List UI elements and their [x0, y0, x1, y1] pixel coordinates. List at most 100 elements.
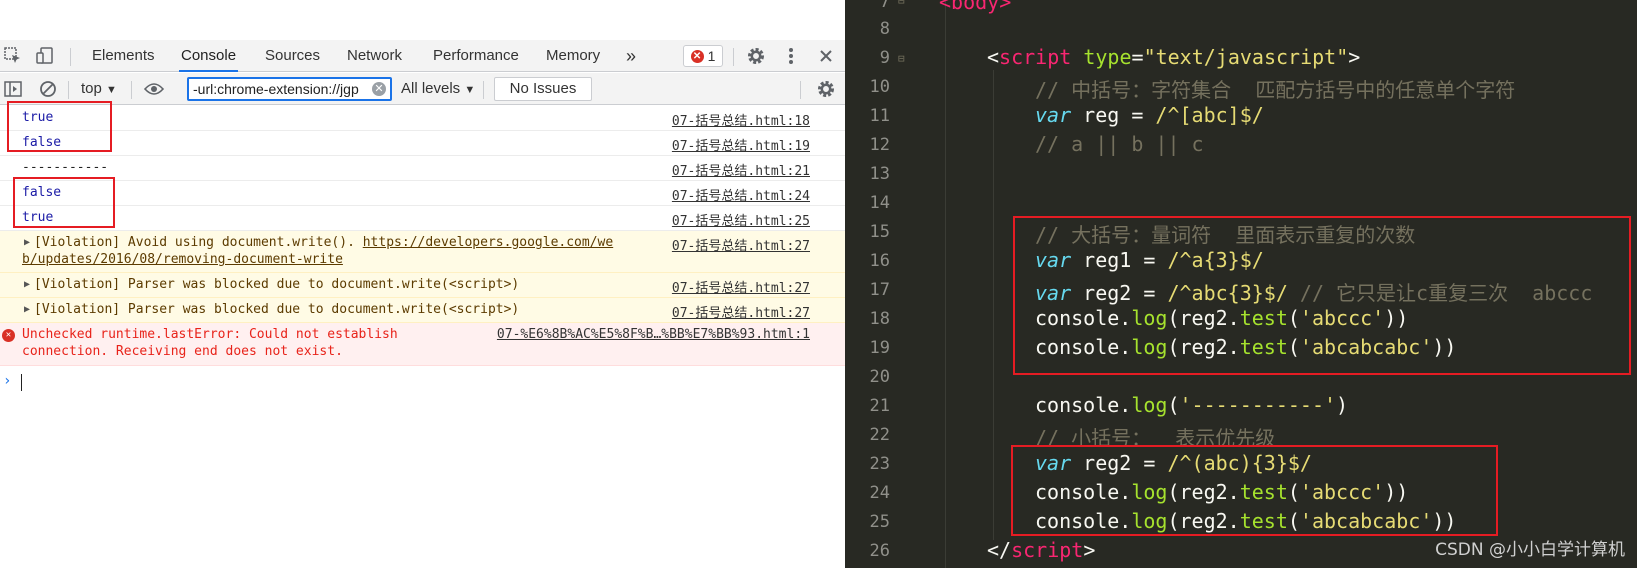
line-number: 12	[869, 135, 890, 155]
source-link[interactable]: 07-括号总结.html:27	[672, 277, 810, 296]
highlight-box	[7, 101, 112, 152]
line-number: 19	[869, 338, 890, 358]
highlight-box	[1013, 216, 1631, 375]
warning-link[interactable]: b/updates/2016/08/removing-document-writ…	[22, 252, 343, 267]
indent-guide	[993, 70, 994, 540]
source-link[interactable]: 07-括号总结.html:27	[672, 302, 810, 321]
error-message: Unchecked runtime.lastError: Could not e…	[22, 327, 398, 342]
device-toolbar-icon[interactable]	[34, 46, 56, 66]
clear-console-icon[interactable]	[37, 79, 59, 99]
tab-console[interactable]: Console	[179, 40, 239, 72]
indent-guide	[945, 0, 946, 568]
toolbar-divider	[70, 48, 71, 66]
line-number: 26	[869, 541, 890, 561]
source-link[interactable]: 07-括号总结.html:18	[672, 110, 810, 129]
tab-elements[interactable]: Elements	[90, 40, 157, 72]
line-number: 15	[869, 222, 890, 242]
expand-triangle-icon[interactable]: ▶	[24, 279, 30, 290]
fold-marker-icon[interactable]: ⊟	[898, 0, 905, 7]
console-log-row: false 07-括号总结.html:19	[0, 131, 845, 156]
line-number: 9	[879, 48, 890, 68]
expand-triangle-icon[interactable]: ▶	[24, 237, 30, 248]
text-caret	[21, 374, 22, 391]
code-line-7: <body>	[939, 0, 1012, 14]
log-levels-value: All levels	[401, 80, 461, 97]
inspect-element-icon[interactable]	[2, 46, 24, 66]
console-error-row: ✕ Unchecked runtime.lastError: Could not…	[0, 323, 845, 366]
gear-icon[interactable]	[745, 46, 767, 66]
watermark: CSDN @小小白学计算机	[1435, 540, 1625, 560]
source-link[interactable]: 07-括号总结.html:19	[672, 135, 810, 154]
line-number: 18	[869, 309, 890, 329]
highlight-box	[1011, 445, 1498, 536]
error-icon: ✕	[690, 49, 704, 63]
source-link[interactable]: 07-括号总结.html:27	[672, 235, 810, 254]
source-link[interactable]: 07-%E6%8B%AC%E5%8F%B…%BB%E7%BB%93.html:1	[497, 327, 810, 342]
warning-message-cont: b/updates/2016/08/removing-document-writ…	[22, 252, 343, 267]
tab-performance[interactable]: Performance	[431, 40, 521, 72]
console-warning-row: ▶ [Violation] Parser was blocked due to …	[0, 273, 845, 298]
console-prompt[interactable]: ›	[0, 371, 845, 393]
line-number: 20	[869, 367, 890, 387]
line-number: 21	[869, 396, 890, 416]
code-line-26: </script>	[987, 538, 1096, 562]
console-log-row: true 07-括号总结.html:18	[0, 106, 845, 131]
highlight-box	[13, 177, 115, 228]
warning-link[interactable]: https://developers.google.com/we	[363, 235, 613, 250]
error-message-cont: connection. Receiving end does not exist…	[22, 344, 343, 359]
devtools-tab-bar: Elements Console Sources Network Perform…	[0, 40, 845, 72]
code-line-10: // 中括号：字符集合 匹配方括号中的任意单个字符	[1035, 78, 1516, 102]
console-log-row: ----------- 07-括号总结.html:21	[0, 156, 845, 181]
issues-button[interactable]: No Issues	[494, 77, 592, 101]
console-output: true 07-括号总结.html:18 false 07-括号总结.html:…	[0, 101, 845, 568]
more-options-icon[interactable]	[780, 46, 802, 66]
warning-message: [Violation] Parser was blocked due to do…	[34, 302, 520, 317]
more-tabs-button[interactable]: »	[624, 40, 638, 72]
console-warning-row: ▶ [Violation] Avoid using document.write…	[0, 231, 845, 273]
toolbar-divider	[68, 81, 69, 99]
line-number: 11	[869, 106, 890, 126]
source-link[interactable]: 07-括号总结.html:25	[672, 210, 810, 229]
console-settings-gear-icon[interactable]	[815, 79, 837, 99]
code-editor: 7 8 9 10 11 12 13 14 15 16 17 18 19 20 2…	[845, 0, 1637, 568]
line-number: 22	[869, 425, 890, 445]
source-link[interactable]: 07-括号总结.html:21	[672, 160, 810, 179]
tab-sources[interactable]: Sources	[263, 40, 322, 72]
close-icon[interactable]	[815, 46, 837, 66]
sidebar-toggle-icon[interactable]	[2, 79, 24, 99]
fold-marker-icon[interactable]: ⊟	[898, 52, 905, 65]
line-number: 24	[869, 483, 890, 503]
warning-message: [Violation] Parser was blocked due to do…	[34, 277, 520, 292]
line-number: 25	[869, 512, 890, 532]
devtools-panel: Elements Console Sources Network Perform…	[0, 0, 845, 568]
toolbar-divider	[733, 48, 734, 66]
log-levels-dropdown[interactable]: All levels ▼	[401, 73, 475, 105]
error-count-badge[interactable]: ✕ 1	[683, 45, 723, 67]
live-expression-eye-icon[interactable]	[143, 79, 165, 99]
clear-filter-icon[interactable]: ✕	[372, 82, 386, 96]
line-number: 8	[879, 19, 890, 39]
console-log-row: false 07-括号总结.html:24	[0, 181, 845, 206]
expand-triangle-icon[interactable]: ▶	[24, 304, 30, 315]
context-value: top	[81, 80, 102, 97]
code-line-9: <script type="text/javascript">	[987, 45, 1361, 69]
prompt-chevron-icon: ›	[3, 373, 12, 389]
line-number: 14	[869, 193, 890, 213]
code-line-21: console.log('-----------')	[1035, 393, 1349, 417]
line-number: 16	[869, 251, 890, 271]
error-icon: ✕	[2, 329, 15, 342]
console-warning-row: ▶ [Violation] Parser was blocked due to …	[0, 298, 845, 323]
line-number: 13	[869, 164, 890, 184]
source-link[interactable]: 07-括号总结.html:24	[672, 185, 810, 204]
code-line-11: var reg = /^[abc]$/	[1035, 103, 1264, 127]
line-number: 10	[869, 77, 890, 97]
line-number: 23	[869, 454, 890, 474]
error-count: 1	[707, 48, 716, 64]
line-number: 7	[879, 0, 890, 12]
toolbar-divider	[483, 81, 484, 99]
tab-network[interactable]: Network	[345, 40, 404, 72]
filter-input[interactable]: -url:chrome-extension://jgp	[187, 77, 392, 101]
console-filter-bar: top ▼ -url:chrome-extension://jgp ✕ All …	[0, 73, 845, 105]
tab-memory[interactable]: Memory	[544, 40, 602, 72]
log-message: -----------	[22, 160, 109, 175]
